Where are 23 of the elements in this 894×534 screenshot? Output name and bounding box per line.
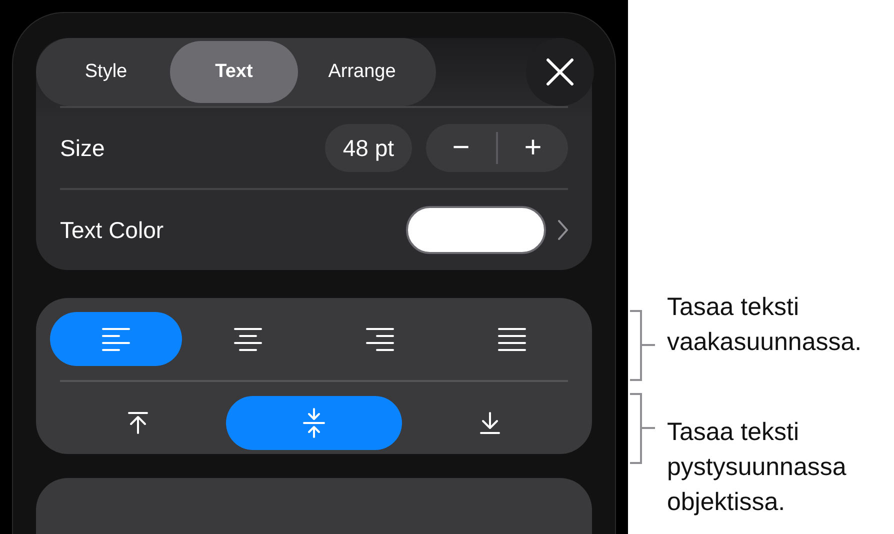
justify-align-icon <box>498 327 526 351</box>
center-align-icon <box>234 327 262 351</box>
horizontal-align-button[interactable] <box>50 312 182 366</box>
color-swatch[interactable] <box>406 206 546 254</box>
increment-button[interactable]: + <box>498 124 568 172</box>
callout-text: Tasaa teksti vaakasuunnassa. <box>667 292 863 358</box>
align-middle-icon <box>302 408 326 438</box>
align-bottom-icon <box>479 411 501 435</box>
left-align-icon <box>102 327 130 351</box>
size-value: 48 pt <box>324 124 412 172</box>
decrement-button[interactable]: − <box>426 124 496 172</box>
close-button[interactable] <box>526 38 594 106</box>
tab[interactable]: Style <box>42 41 170 103</box>
vertical-align-button[interactable] <box>226 396 402 450</box>
tab[interactable]: Arrange <box>298 41 426 103</box>
chevron-icon <box>558 220 568 240</box>
text-color-label: Text Color <box>60 216 165 244</box>
tab[interactable]: Text <box>170 41 298 103</box>
right-align-icon <box>366 327 394 351</box>
close-icon <box>546 58 574 86</box>
size-label: Size <box>60 134 106 162</box>
align-top-icon <box>127 411 149 435</box>
callout-text: Tasaa teksti pystysuunnassa objektissa. <box>667 417 848 518</box>
